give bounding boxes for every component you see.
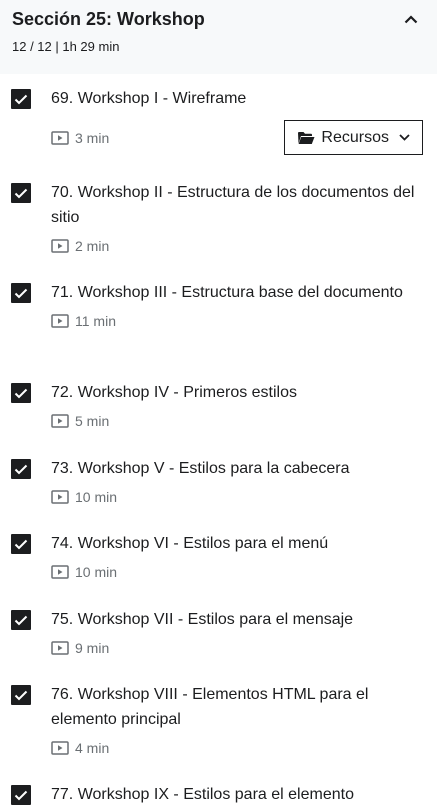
lecture-duration: 3 min — [75, 130, 110, 146]
check-icon — [14, 388, 28, 398]
lecture-duration: 11 min — [75, 313, 116, 329]
lecture-duration: 10 min — [75, 564, 118, 580]
check-icon — [14, 188, 28, 198]
lecture-item[interactable]: 76. Workshop VIII - Elementos HTML para … — [0, 670, 437, 770]
video-icon — [51, 314, 69, 328]
lecture-item[interactable]: 73. Workshop V - Estilos para la cabecer… — [0, 444, 437, 519]
resources-button[interactable]: Recursos — [284, 120, 423, 155]
video-icon — [51, 414, 69, 428]
completed-checkbox[interactable] — [11, 89, 31, 109]
chevron-down-icon — [399, 134, 410, 141]
section-title: Sección 25: Workshop — [12, 9, 205, 29]
video-icon — [51, 641, 69, 655]
section-meta: 12 / 12 | 1h 29 min — [12, 39, 120, 54]
lecture-item[interactable]: 70. Workshop II - Estructura de los docu… — [0, 168, 437, 268]
folder-open-icon — [298, 131, 315, 144]
check-icon — [14, 539, 28, 549]
completed-checkbox[interactable] — [11, 785, 31, 805]
lecture-title[interactable]: 70. Workshop II - Estructura de los docu… — [51, 168, 425, 230]
video-icon — [51, 565, 69, 579]
video-icon — [51, 239, 69, 253]
lecture-duration: 4 min — [75, 740, 110, 756]
chevron-up-icon[interactable] — [401, 9, 421, 29]
completed-checkbox[interactable] — [11, 610, 31, 630]
lecture-title[interactable]: 74. Workshop VI - Estilos para el menú — [51, 519, 425, 556]
check-icon — [14, 464, 28, 474]
lecture-duration: 2 min — [75, 238, 110, 254]
lecture-title[interactable]: 76. Workshop VIII - Elementos HTML para … — [51, 670, 425, 732]
video-icon — [51, 490, 69, 504]
lecture-item[interactable]: 74. Workshop VI - Estilos para el menú 1… — [0, 519, 437, 595]
completed-checkbox[interactable] — [11, 283, 31, 303]
check-icon — [14, 94, 28, 104]
lecture-title[interactable]: 77. Workshop IX - Estilos para el elemen… — [51, 770, 425, 807]
resources-label: Recursos — [321, 128, 389, 146]
check-icon — [14, 288, 28, 298]
completed-checkbox[interactable] — [11, 685, 31, 705]
lecture-duration: 10 min — [75, 489, 118, 505]
section-header[interactable]: Sección 25: Workshop 12 / 12 | 1h 29 min — [0, 0, 437, 74]
lecture-item[interactable]: 69. Workshop I - Wireframe 3 min Recurso… — [0, 74, 437, 168]
lecture-duration: 9 min — [75, 640, 110, 656]
video-icon — [51, 741, 69, 755]
completed-checkbox[interactable] — [11, 534, 31, 554]
lecture-title[interactable]: 75. Workshop VII - Estilos para el mensa… — [51, 595, 425, 632]
completed-checkbox[interactable] — [11, 459, 31, 479]
lecture-title[interactable]: 73. Workshop V - Estilos para la cabecer… — [51, 444, 425, 481]
lecture-item[interactable]: 75. Workshop VII - Estilos para el mensa… — [0, 595, 437, 670]
lecture-title[interactable]: 71. Workshop III - Estructura base del d… — [51, 268, 425, 305]
video-icon — [51, 131, 69, 145]
lecture-item[interactable]: 72. Workshop IV - Primeros estilos 5 min — [0, 368, 437, 444]
completed-checkbox[interactable] — [11, 183, 31, 203]
lecture-item[interactable]: 71. Workshop III - Estructura base del d… — [0, 268, 437, 368]
check-icon — [14, 615, 28, 625]
lecture-item[interactable]: 77. Workshop IX - Estilos para el elemen… — [0, 770, 437, 810]
check-icon — [14, 790, 28, 800]
check-icon — [14, 690, 28, 700]
lecture-list: 69. Workshop I - Wireframe 3 min Recurso… — [0, 74, 437, 810]
lecture-title[interactable]: 72. Workshop IV - Primeros estilos — [51, 368, 425, 405]
lecture-title[interactable]: 69. Workshop I - Wireframe — [51, 74, 425, 111]
lecture-duration: 5 min — [75, 413, 110, 429]
completed-checkbox[interactable] — [11, 383, 31, 403]
